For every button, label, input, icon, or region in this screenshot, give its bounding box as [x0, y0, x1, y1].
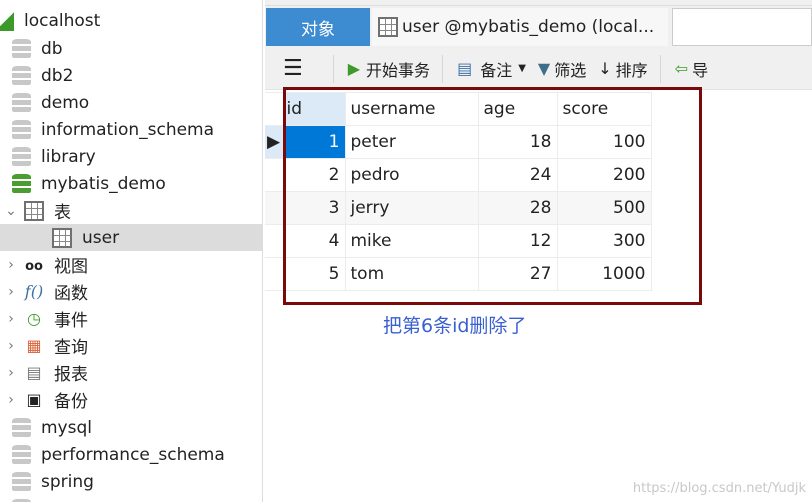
current-row-icon: ▶ — [267, 132, 281, 152]
divider — [442, 54, 444, 83]
divider — [332, 54, 334, 83]
filter-icon: ▼ — [537, 59, 551, 78]
chevron-right-icon[interactable]: › — [4, 311, 18, 327]
database-icon — [12, 471, 31, 492]
tree-folder-0[interactable]: › oo 视图 — [0, 251, 262, 278]
database-icon — [12, 146, 31, 167]
memo-icon: ▤ — [457, 59, 473, 78]
filter-button[interactable]: ▼ 筛选 — [538, 57, 586, 81]
memo-button[interactable]: ▤ 备注 ▼ — [457, 57, 526, 81]
navigator-panel: localhost mybatis_demo ⌄ 表 user db db2 dem… — [0, 0, 263, 502]
sort-icon: ↓ — [598, 59, 612, 78]
tree-db-spring[interactable]: spring — [0, 468, 262, 495]
tab-user-table[interactable]: user @mybatis_demo (local... — [372, 8, 668, 46]
chevron-right-icon[interactable]: › — [4, 365, 18, 381]
tree-db-mybatis-demo[interactable]: mybatis_demo — [0, 170, 262, 197]
tab-bar: 对象 user @mybatis_demo (local... — [265, 6, 812, 48]
report-icon: ▤ — [26, 362, 42, 382]
row-indicator[interactable] — [265, 191, 285, 225]
tree-db-mysql[interactable]: mysql — [0, 414, 262, 441]
tab-search-field[interactable] — [672, 8, 812, 46]
tree-folder-2[interactable]: › ◷ 事件 — [0, 305, 262, 332]
tree-folder-4[interactable]: › ▤ 报表 — [0, 359, 262, 386]
tree-table-user[interactable]: user — [0, 224, 262, 251]
main-panel: 对象 user @mybatis_demo (local... ☰ ▶ 开始事务 … — [265, 0, 812, 502]
table-icon — [378, 17, 398, 37]
divider — [659, 54, 661, 83]
row-indicator-header — [265, 92, 285, 126]
chevron-right-icon[interactable]: › — [4, 392, 18, 408]
transaction-icon: ▶ — [347, 59, 361, 78]
row-indicator[interactable]: ▶ — [265, 125, 285, 159]
tree-db-partial[interactable] — [0, 495, 262, 502]
watermark: https://blog.csdn.net/Yudjk — [632, 481, 806, 496]
tree-db-information-schema[interactable]: information_schema — [0, 116, 262, 143]
tab-objects[interactable]: 对象 — [266, 8, 370, 46]
table-icon — [52, 227, 72, 248]
database-open-icon — [12, 173, 31, 194]
tree-db-db2[interactable]: db2 — [0, 62, 262, 89]
tree-db-performance-schema[interactable]: performance_schema — [0, 441, 262, 468]
database-icon — [12, 65, 31, 86]
database-icon — [12, 444, 31, 465]
annotation-box — [283, 87, 702, 305]
row-indicator[interactable] — [265, 257, 285, 291]
glasses-icon: oo — [25, 258, 43, 274]
chevron-right-icon[interactable]: › — [4, 284, 18, 300]
import-button[interactable]: ⇦ 导 — [675, 57, 708, 81]
row-indicator[interactable] — [265, 158, 285, 192]
tree-folder-tables[interactable]: ⌄ 表 — [0, 197, 262, 224]
tree-db-db[interactable]: db — [0, 35, 262, 62]
function-icon: f() — [24, 281, 44, 301]
tree-folder-1[interactable]: › f() 函数 — [0, 278, 262, 305]
database-icon — [12, 417, 31, 438]
backup-icon: ▣ — [26, 389, 42, 409]
tree-db-demo[interactable]: demo — [0, 89, 262, 116]
import-icon: ⇦ — [674, 59, 689, 78]
table-icon — [24, 200, 44, 221]
caret-down-icon: ▼ — [518, 63, 526, 74]
chevron-down-icon[interactable]: ⌄ — [4, 203, 18, 219]
database-icon — [12, 92, 31, 113]
chevron-right-icon[interactable]: › — [4, 257, 18, 273]
chevron-right-icon[interactable]: › — [4, 338, 18, 354]
menu-icon[interactable]: ☰ — [283, 56, 303, 81]
database-icon — [12, 38, 31, 59]
annotation-text: 把第6条id删除了 — [383, 315, 527, 337]
tree-connection-localhost[interactable]: localhost — [0, 7, 262, 34]
query-icon: ▦ — [26, 335, 42, 355]
tree-folder-3[interactable]: › ▦ 查询 — [0, 332, 262, 359]
database-icon — [12, 119, 31, 140]
database-icon — [12, 498, 31, 502]
event-clock-icon: ◷ — [27, 308, 41, 328]
connection-icon — [0, 10, 14, 31]
toolbar: ☰ ▶ 开始事务 ▤ 备注 ▼ ▼ 筛选 ↓ 排序 ⇦ 导 — [265, 48, 812, 90]
row-indicator[interactable] — [265, 224, 285, 258]
tree-db-library[interactable]: library — [0, 143, 262, 170]
begin-transaction-button[interactable]: ▶ 开始事务 — [348, 57, 430, 81]
tree-folder-5[interactable]: › ▣ 备份 — [0, 386, 262, 413]
sort-button[interactable]: ↓ 排序 — [598, 57, 647, 81]
